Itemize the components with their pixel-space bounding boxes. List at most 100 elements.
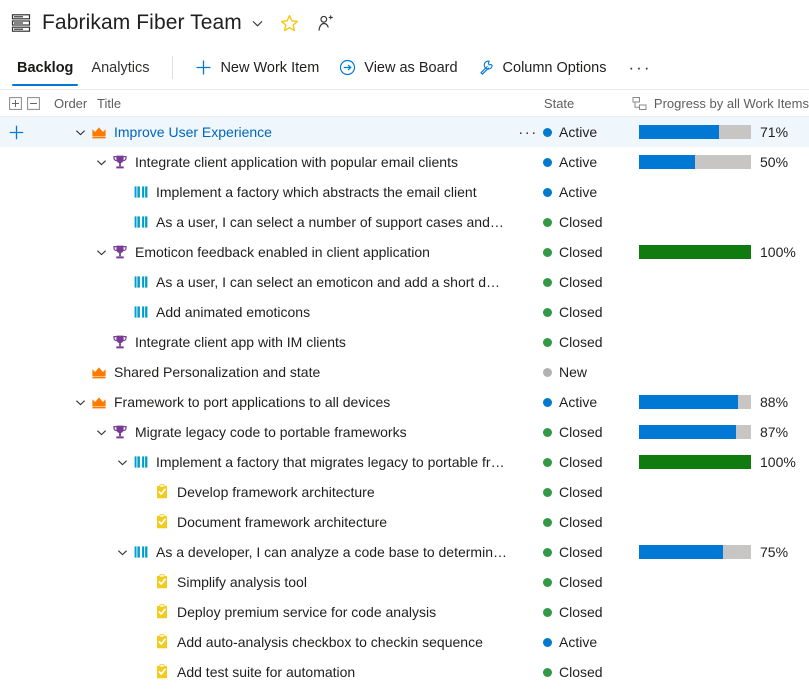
chevron-down-icon[interactable]: [95, 426, 108, 439]
status-dot-icon: [543, 668, 552, 677]
status-dot-icon: [543, 638, 552, 647]
state-label: Closed: [559, 214, 603, 230]
star-icon[interactable]: [280, 14, 299, 33]
column-options-button[interactable]: Column Options: [468, 46, 617, 89]
work-item-title[interactable]: Integrate client app with IM clients: [135, 334, 346, 350]
tab-analytics[interactable]: Analytics: [82, 46, 158, 89]
work-item-title[interactable]: Improve User Experience: [114, 124, 272, 140]
progress-bar-fill: [639, 425, 736, 439]
column-header-row: Order Title State Progress by all Work I…: [0, 90, 809, 117]
table-row[interactable]: As a developer, I can analyze a code bas…: [0, 537, 809, 567]
progress-percent-label: 88%: [760, 394, 788, 410]
new-work-item-button[interactable]: New Work Item: [185, 46, 329, 89]
work-item-title[interactable]: Emoticon feedback enabled in client appl…: [135, 244, 430, 260]
row-context-menu-button[interactable]: ···: [513, 124, 543, 141]
state-label: Closed: [559, 544, 603, 560]
progress-cell: 75%: [639, 544, 809, 560]
table-row[interactable]: Deploy premium service for code analysis…: [0, 597, 809, 627]
table-row[interactable]: Add animated emoticons···Closed0%: [0, 297, 809, 327]
title-cell: Integrate client app with IM clients: [32, 334, 513, 350]
table-row[interactable]: Add auto-analysis checkbox to checkin se…: [0, 627, 809, 657]
table-row[interactable]: Migrate legacy code to portable framewor…: [0, 417, 809, 447]
feature-icon: [112, 244, 128, 260]
chevron-down-icon[interactable]: [116, 546, 129, 559]
table-row[interactable]: Framework to port applications to all de…: [0, 387, 809, 417]
work-item-title[interactable]: Implement a factory which abstracts the …: [156, 184, 477, 200]
collapse-all-icon[interactable]: [27, 97, 40, 110]
state-cell: Closed: [543, 604, 639, 620]
state-cell: Active: [543, 394, 639, 410]
table-row[interactable]: Document framework architecture···Closed…: [0, 507, 809, 537]
state-cell: Closed: [543, 514, 639, 530]
table-row[interactable]: Develop framework architecture···Closed0…: [0, 477, 809, 507]
work-item-title[interactable]: Add test suite for automation: [177, 664, 355, 680]
column-header-title[interactable]: Title: [97, 96, 544, 111]
work-item-title[interactable]: Add auto-analysis checkbox to checkin se…: [177, 634, 483, 650]
chevron-down-icon[interactable]: [116, 456, 129, 469]
user-story-icon: [133, 274, 149, 290]
user-story-icon: [133, 184, 149, 200]
column-header-order[interactable]: Order: [45, 96, 97, 111]
table-row[interactable]: Improve User Experience···Active71%: [0, 117, 809, 147]
chevron-down-icon[interactable]: [251, 17, 264, 30]
work-item-title[interactable]: Deploy premium service for code analysis: [177, 604, 436, 620]
task-icon: [154, 484, 170, 500]
status-dot-icon: [543, 488, 552, 497]
view-as-board-button[interactable]: View as Board: [329, 46, 467, 89]
title-cell: Integrate client application with popula…: [32, 154, 513, 170]
table-row[interactable]: Emoticon feedback enabled in client appl…: [0, 237, 809, 267]
person-add-icon[interactable]: [316, 14, 335, 33]
table-row[interactable]: Add test suite for automation···Closed0%: [0, 657, 809, 687]
table-row[interactable]: Implement a factory which abstracts the …: [0, 177, 809, 207]
column-header-progress[interactable]: Progress by all Work Items: [632, 96, 809, 111]
chevron-down-icon[interactable]: [95, 246, 108, 259]
work-item-title[interactable]: As a developer, I can analyze a code bas…: [156, 544, 507, 560]
work-item-title[interactable]: Framework to port applications to all de…: [114, 394, 390, 410]
table-row[interactable]: Integrate client app with IM clients···C…: [0, 327, 809, 357]
title-cell: Deploy premium service for code analysis: [32, 604, 513, 620]
work-item-title[interactable]: Shared Personalization and state: [114, 364, 320, 380]
backlog-grid: Order Title State Progress by all Work I…: [0, 90, 809, 687]
toolbar-more-button[interactable]: ···: [617, 46, 664, 89]
table-row[interactable]: Integrate client application with popula…: [0, 147, 809, 177]
work-item-title[interactable]: As a user, I can select an emoticon and …: [156, 274, 507, 290]
chevron-down-icon[interactable]: [74, 396, 87, 409]
chevron-down-icon[interactable]: [95, 156, 108, 169]
team-name[interactable]: Fabrikam Fiber Team: [42, 11, 242, 35]
toolbar: Backlog Analytics New Work Item View as …: [0, 46, 809, 90]
user-story-icon: [133, 544, 149, 560]
add-child-item-button[interactable]: [0, 125, 32, 140]
title-cell: Develop framework architecture: [32, 484, 513, 500]
table-row[interactable]: Shared Personalization and state···New0%: [0, 357, 809, 387]
task-icon: [154, 604, 170, 620]
status-dot-icon: [543, 278, 552, 287]
work-item-title[interactable]: As a user, I can select a number of supp…: [156, 214, 507, 230]
work-item-title[interactable]: Integrate client application with popula…: [135, 154, 458, 170]
table-row[interactable]: As a user, I can select a number of supp…: [0, 207, 809, 237]
work-item-title[interactable]: Document framework architecture: [177, 514, 387, 530]
progress-bar-fill: [639, 455, 751, 469]
table-row[interactable]: As a user, I can select an emoticon and …: [0, 267, 809, 297]
work-item-title[interactable]: Add animated emoticons: [156, 304, 310, 320]
progress-cell: 0%: [639, 304, 809, 320]
column-header-state[interactable]: State: [544, 96, 632, 111]
status-dot-icon: [543, 548, 552, 557]
page-header: Fabrikam Fiber Team: [0, 0, 809, 46]
work-item-title[interactable]: Migrate legacy code to portable framewor…: [135, 424, 407, 440]
user-story-icon: [133, 214, 149, 230]
state-label: Closed: [559, 304, 603, 320]
expand-all-icon[interactable]: [9, 97, 22, 110]
table-row[interactable]: Simplify analysis tool···Closed0%: [0, 567, 809, 597]
work-item-title[interactable]: Implement a factory that migrates legacy…: [156, 454, 507, 470]
chevron-down-icon[interactable]: [74, 126, 87, 139]
progress-bar: [639, 545, 751, 559]
title-cell: Implement a factory which abstracts the …: [32, 184, 513, 200]
tab-backlog[interactable]: Backlog: [8, 46, 82, 89]
state-cell: Closed: [543, 304, 639, 320]
work-item-title[interactable]: Simplify analysis tool: [177, 574, 307, 590]
progress-cell: 0%: [639, 364, 809, 380]
state-cell: Active: [543, 124, 639, 140]
status-dot-icon: [543, 608, 552, 617]
table-row[interactable]: Implement a factory that migrates legacy…: [0, 447, 809, 477]
work-item-title[interactable]: Develop framework architecture: [177, 484, 375, 500]
